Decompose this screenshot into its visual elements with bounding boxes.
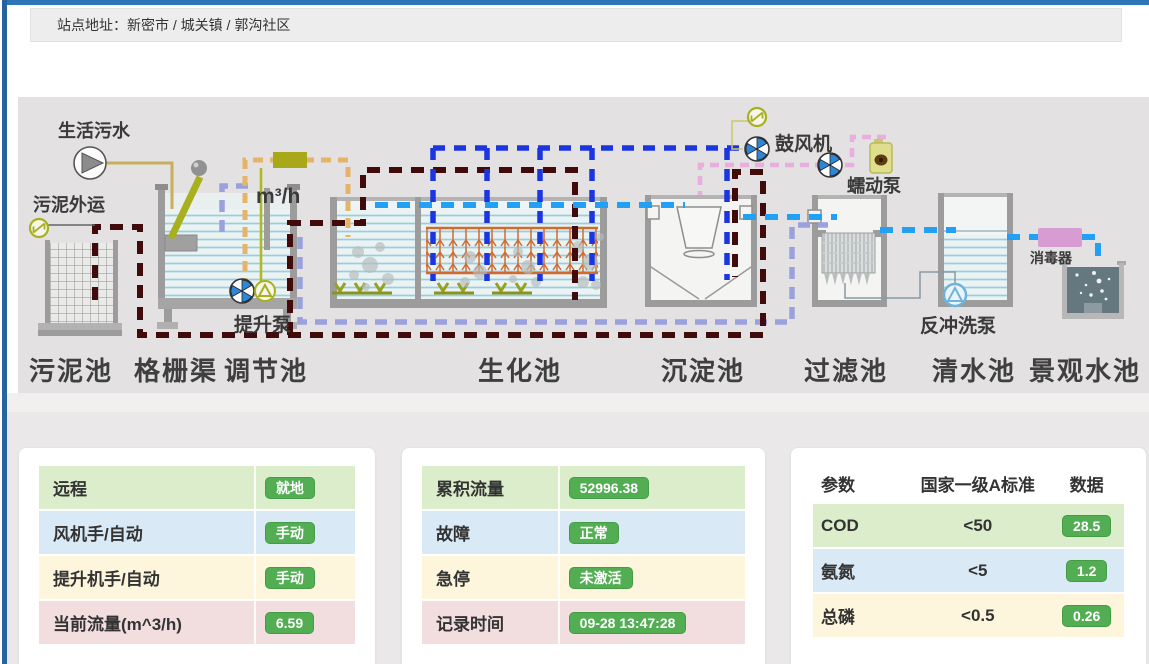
- row-label: 故障: [422, 520, 558, 545]
- table-row: 故障 正常: [422, 511, 745, 556]
- param-standard: <5: [906, 561, 1049, 581]
- label-blower: 鼓风机: [775, 132, 832, 155]
- row-label: 记录时间: [422, 610, 558, 635]
- tank-landscape: [1060, 261, 1126, 319]
- table-row: 氨氮 <5 1.2: [813, 549, 1124, 594]
- quality-header-row: 参数 国家一级A标准 数据: [813, 462, 1124, 504]
- row-label: 远程: [39, 475, 254, 500]
- process-flow-svg: 生活污水 污泥外运 m³/h 提升泵 鼓风机 蠕动泵 反冲洗泵 消毒器 污泥池 …: [18, 97, 1149, 393]
- param-name: 总磷: [813, 603, 906, 628]
- table-row: 总磷 <0.5 0.26: [813, 594, 1124, 639]
- panel-status: 累积流量 52996.38 故障 正常 急停 未激活 记录时间 09-28 13…: [401, 447, 766, 664]
- table-row: 提升机手/自动 手动: [39, 556, 355, 601]
- param-value: 28.5: [1049, 515, 1124, 537]
- label-sludge-out: 污泥外运: [33, 194, 105, 215]
- tank-label-sludge: 污泥池: [29, 356, 113, 386]
- nh3n-value-badge: 1.2: [1066, 560, 1107, 582]
- blower-valve-icon: [748, 108, 766, 126]
- table-row: 记录时间 09-28 13:47:28: [422, 601, 745, 646]
- blower-fan-icon: [743, 137, 769, 163]
- table-row: 远程 就地: [39, 466, 355, 511]
- dosing-container-icon: [870, 139, 892, 173]
- table-row: 急停 未激活: [422, 556, 745, 601]
- sewage-pump-icon: [74, 147, 106, 179]
- total-flow-badge: 52996.38: [569, 477, 649, 499]
- remote-mode-badge[interactable]: 就地: [265, 477, 315, 499]
- column-header: 数据: [1049, 471, 1124, 496]
- row-label: 急停: [422, 565, 558, 590]
- flow-meter: [273, 152, 307, 168]
- label-dosing-pump: 蠕动泵: [847, 176, 901, 196]
- label-sewage-inlet: 生活污水: [58, 120, 131, 141]
- estop-status-badge: 未激活: [569, 567, 633, 589]
- tank-filter: [808, 195, 887, 307]
- row-label: 风机手/自动: [39, 520, 254, 545]
- row-label: 累积流量: [422, 475, 558, 500]
- row-label: 当前流量(m^3/h): [39, 610, 254, 635]
- table-row: 风机手/自动 手动: [39, 511, 355, 556]
- label-lift-pump: 提升泵: [234, 313, 291, 336]
- label-backwash-pump: 反冲洗泵: [920, 314, 996, 337]
- tank-label-filter: 过滤池: [804, 356, 888, 386]
- lift-pump-valve-icon: [255, 281, 275, 301]
- backwash-pump-icon: [944, 284, 966, 306]
- record-time-badge: 09-28 13:47:28: [569, 612, 687, 634]
- tank-label-grit: 格栅渠: [134, 356, 218, 386]
- row-label: 提升机手/自动: [39, 565, 254, 590]
- param-standard: <50: [906, 516, 1049, 536]
- sludge-out-valve-icon: [30, 219, 48, 237]
- site-address-text: 站点地址：新密市 / 城关镇 / 郭沟社区: [57, 17, 290, 33]
- label-disinfector: 消毒器: [1030, 250, 1073, 266]
- window-top-accent: [7, 0, 1149, 5]
- fan-mode-badge[interactable]: 手动: [265, 522, 315, 544]
- column-header: 参数: [813, 471, 906, 496]
- param-value: 1.2: [1049, 560, 1124, 582]
- param-name: 氨氮: [813, 558, 906, 583]
- tank-biochemical: [330, 197, 607, 308]
- screen: 站点地址：新密市 / 城关镇 / 郭沟社区: [0, 0, 1149, 664]
- table-row: 累积流量 52996.38: [422, 466, 745, 511]
- dosing-pump-fan-icon: [816, 153, 842, 179]
- tp-value-badge: 0.26: [1062, 605, 1111, 627]
- tank-label-sedimentation: 沉淀池: [661, 356, 745, 386]
- tank-label-landscape: 景观水池: [1029, 356, 1141, 386]
- tank-label-regulation: 调节池: [224, 356, 308, 386]
- param-value: 0.26: [1049, 605, 1124, 627]
- fault-status-badge: 正常: [569, 522, 619, 544]
- column-header: 国家一级A标准: [906, 471, 1049, 496]
- disinfector-unit: [1038, 228, 1082, 247]
- site-address-bar: 站点地址：新密市 / 城关镇 / 郭沟社区: [30, 8, 1122, 42]
- label-flow-unit: m³/h: [256, 185, 300, 208]
- panel-quality: 参数 国家一级A标准 数据 COD <50 28.5 氨氮 <5 1.2 总磷 …: [790, 447, 1147, 664]
- current-flow-badge: 6.59: [265, 612, 314, 634]
- tank-label-clean-water: 清水池: [932, 356, 1016, 386]
- lift-mode-badge[interactable]: 手动: [265, 567, 315, 589]
- panel-control: 远程 就地 风机手/自动 手动 提升机手/自动 手动 当前流量(m^3/h) 6…: [18, 447, 376, 664]
- screen-drive-ball: [191, 160, 207, 176]
- cod-value-badge: 28.5: [1062, 515, 1111, 537]
- param-standard: <0.5: [906, 606, 1049, 626]
- table-row: COD <50 28.5: [813, 504, 1124, 549]
- table-row: 当前流量(m^3/h) 6.59: [39, 601, 355, 646]
- tank-label-biochemical: 生化池: [478, 356, 562, 386]
- process-flow-diagram: 生活污水 污泥外运 m³/h 提升泵 鼓风机 蠕动泵 反冲洗泵 消毒器 污泥池 …: [18, 97, 1149, 393]
- param-name: COD: [813, 516, 906, 536]
- tank-sedimentation: [645, 195, 757, 307]
- tank-sludge: [38, 240, 122, 336]
